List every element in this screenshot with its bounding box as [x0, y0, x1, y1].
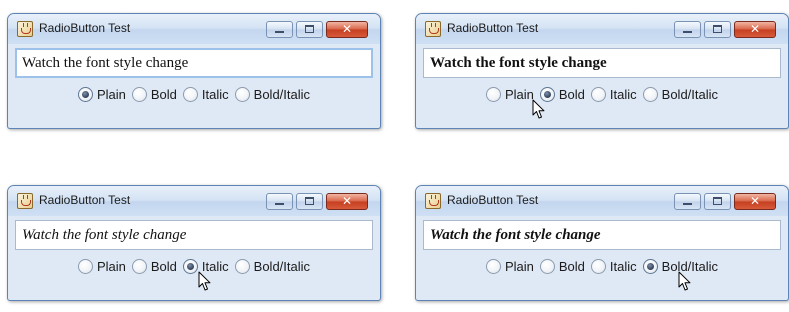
radio-label: Bold: [558, 258, 585, 274]
window-title: RadioButton Test: [447, 193, 539, 207]
maximize-icon: [305, 25, 314, 33]
radio-circle[interactable]: [77, 86, 93, 102]
radio-bold[interactable]: Bold: [539, 86, 585, 102]
radio-plain[interactable]: Plain: [77, 258, 126, 274]
radio-bold[interactable]: Bold: [131, 258, 177, 274]
mouse-pointer-icon: [198, 271, 211, 291]
title-bar[interactable]: RadioButton Test ✕: [416, 186, 788, 216]
maximize-button[interactable]: [296, 21, 323, 38]
radio-circle[interactable]: [182, 258, 198, 274]
radio-italic[interactable]: Italic: [182, 86, 229, 102]
java-cup-icon: [17, 21, 33, 37]
window-italic: RadioButton Test ✕ Watch the font style …: [7, 185, 381, 301]
maximize-icon: [713, 197, 722, 205]
radio-italic[interactable]: Italic: [590, 258, 637, 274]
text-field[interactable]: Watch the font style change: [423, 48, 781, 78]
minimize-icon: [275, 203, 284, 205]
radio-circle[interactable]: [182, 86, 198, 102]
radio-circle[interactable]: [131, 86, 147, 102]
title-bar[interactable]: RadioButton Test ✕: [8, 186, 380, 216]
maximize-button[interactable]: [704, 193, 731, 210]
radio-bold[interactable]: Bold: [131, 86, 177, 102]
radio-label: Plain: [96, 258, 126, 274]
maximize-icon: [713, 25, 722, 33]
radio-circle[interactable]: [485, 86, 501, 102]
radio-label: Bold: [558, 86, 585, 102]
radio-italic[interactable]: Italic: [590, 86, 637, 102]
minimize-button[interactable]: [266, 21, 293, 38]
window-title: RadioButton Test: [447, 21, 539, 35]
text-field[interactable]: Watch the font style change: [423, 220, 781, 250]
radio-circle[interactable]: [234, 86, 250, 102]
text-field[interactable]: Watch the font style change: [15, 48, 373, 78]
radio-label: Italic: [609, 86, 637, 102]
window-bold: RadioButton Test ✕ Watch the font style …: [415, 13, 789, 129]
close-button[interactable]: ✕: [326, 21, 368, 38]
radio-label: Bold/Italic: [253, 258, 311, 274]
minimize-icon: [683, 31, 692, 33]
minimize-button[interactable]: [674, 193, 701, 210]
mouse-pointer-icon: [678, 271, 691, 291]
radio-group: Plain Bold Italic Bold/Italic: [8, 84, 380, 104]
radio-circle[interactable]: [485, 258, 501, 274]
close-icon: ✕: [341, 194, 353, 208]
radio-label: Bold: [150, 258, 177, 274]
radio-plain[interactable]: Plain: [77, 86, 126, 102]
mouse-pointer-icon: [532, 99, 545, 119]
text-field[interactable]: Watch the font style change: [15, 220, 373, 250]
maximize-icon: [305, 197, 314, 205]
radio-circle[interactable]: [234, 258, 250, 274]
maximize-button[interactable]: [704, 21, 731, 38]
window-bold-italic: RadioButton Test ✕ Watch the font style …: [415, 185, 789, 301]
radio-label: Italic: [201, 86, 229, 102]
radio-group: Plain Bold Italic Bold/Italic: [8, 256, 380, 276]
radio-circle[interactable]: [642, 258, 658, 274]
java-cup-icon: [17, 193, 33, 209]
radio-label: Plain: [504, 86, 534, 102]
minimize-icon: [275, 31, 284, 33]
close-icon: ✕: [749, 194, 761, 208]
radio-circle[interactable]: [77, 258, 93, 274]
close-button[interactable]: ✕: [326, 193, 368, 210]
radio-group: Plain Bold Italic Bold/Italic: [416, 84, 788, 104]
radio-label: Plain: [504, 258, 534, 274]
window-title: RadioButton Test: [39, 21, 131, 35]
radio-plain[interactable]: Plain: [485, 86, 534, 102]
title-bar[interactable]: RadioButton Test ✕: [8, 14, 380, 44]
radio-circle[interactable]: [642, 86, 658, 102]
window-plain: RadioButton Test ✕ Watch the font style …: [7, 13, 381, 129]
radio-circle[interactable]: [539, 258, 555, 274]
radio-circle[interactable]: [590, 258, 606, 274]
radio-circle[interactable]: [131, 258, 147, 274]
radio-plain[interactable]: Plain: [485, 258, 534, 274]
radio-bold-italic[interactable]: Bold/Italic: [234, 86, 311, 102]
java-cup-icon: [425, 21, 441, 37]
minimize-icon: [683, 203, 692, 205]
java-cup-icon: [425, 193, 441, 209]
title-bar[interactable]: RadioButton Test ✕: [416, 14, 788, 44]
radio-circle[interactable]: [590, 86, 606, 102]
minimize-button[interactable]: [674, 21, 701, 38]
radio-bold-italic[interactable]: Bold/Italic: [234, 258, 311, 274]
close-icon: ✕: [341, 22, 353, 36]
radio-label: Bold/Italic: [661, 86, 719, 102]
close-button[interactable]: ✕: [734, 193, 776, 210]
minimize-button[interactable]: [266, 193, 293, 210]
radio-label: Bold/Italic: [253, 86, 311, 102]
radio-group: Plain Bold Italic Bold/Italic: [416, 256, 788, 276]
window-title: RadioButton Test: [39, 193, 131, 207]
close-icon: ✕: [749, 22, 761, 36]
radio-bold-italic[interactable]: Bold/Italic: [642, 86, 719, 102]
radio-label: Bold: [150, 86, 177, 102]
maximize-button[interactable]: [296, 193, 323, 210]
radio-bold[interactable]: Bold: [539, 258, 585, 274]
close-button[interactable]: ✕: [734, 21, 776, 38]
radio-label: Italic: [609, 258, 637, 274]
radio-label: Plain: [96, 86, 126, 102]
